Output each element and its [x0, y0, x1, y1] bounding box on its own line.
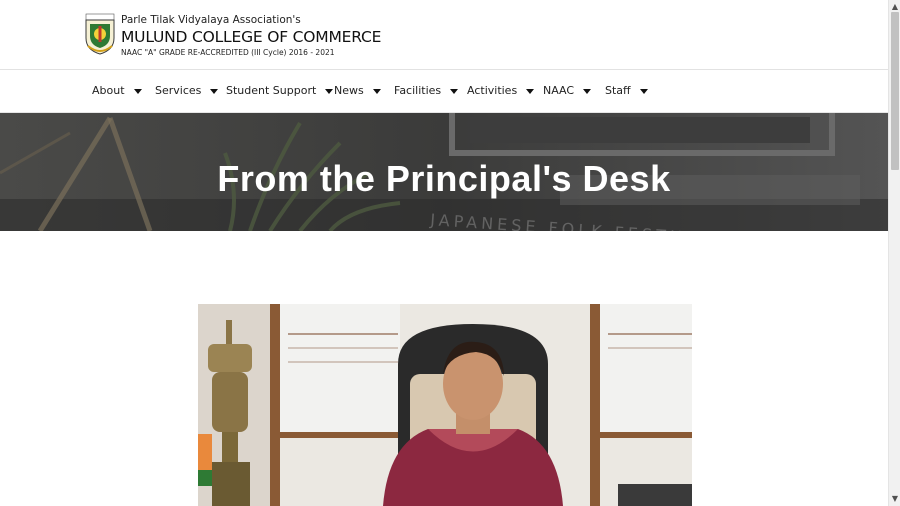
caret-down-icon [450, 88, 459, 94]
nav-item-news[interactable]: News [334, 84, 381, 97]
scroll-down-icon[interactable]: ▼ [889, 492, 900, 506]
nav-item-staff[interactable]: Staff [605, 84, 648, 97]
main-nav: About Services Student Support News Faci… [0, 71, 888, 113]
nav-item-label: Services [155, 84, 202, 97]
nav-item-label: Facilities [394, 84, 442, 97]
college-crest-icon[interactable] [82, 12, 118, 56]
caret-down-icon [325, 88, 334, 94]
principal-photo [198, 304, 692, 506]
caret-down-icon [372, 88, 381, 94]
nav-item-about[interactable]: About [92, 84, 142, 97]
caret-down-icon [639, 88, 648, 94]
nav-item-facilities[interactable]: Facilities [394, 84, 459, 97]
page-banner: JAPANESE FOLK FESTIVAL From the Principa… [0, 113, 888, 231]
site-header: Parle Tilak Vidyalaya Association's MULU… [0, 0, 888, 70]
caret-down-icon [210, 88, 219, 94]
accreditation-text: NAAC "A" GRADE RE-ACCREDITED (III Cycle)… [121, 48, 335, 57]
nav-item-label: Activities [467, 84, 518, 97]
scrollbar-thumb[interactable] [891, 12, 899, 170]
nav-item-label: Staff [605, 84, 631, 97]
nav-item-activities[interactable]: Activities [467, 84, 535, 97]
page-title: From the Principal's Desk [217, 158, 671, 199]
page: Parle Tilak Vidyalaya Association's MULU… [0, 0, 888, 506]
college-name[interactable]: MULUND COLLEGE OF COMMERCE [121, 28, 381, 46]
vertical-scrollbar[interactable]: ▲ ▼ [888, 0, 900, 506]
nav-item-label: News [334, 84, 364, 97]
org-name: Parle Tilak Vidyalaya Association's [121, 14, 301, 26]
caret-down-icon [583, 88, 592, 94]
nav-item-label: Student Support [226, 84, 317, 97]
caret-down-icon [133, 88, 142, 94]
nav-item-label: NAAC [543, 84, 575, 97]
nav-item-label: About [92, 84, 125, 97]
nav-item-services[interactable]: Services [155, 84, 219, 97]
nav-item-naac[interactable]: NAAC [543, 84, 592, 97]
nav-item-student-support[interactable]: Student Support [226, 84, 334, 97]
caret-down-icon [526, 88, 535, 94]
